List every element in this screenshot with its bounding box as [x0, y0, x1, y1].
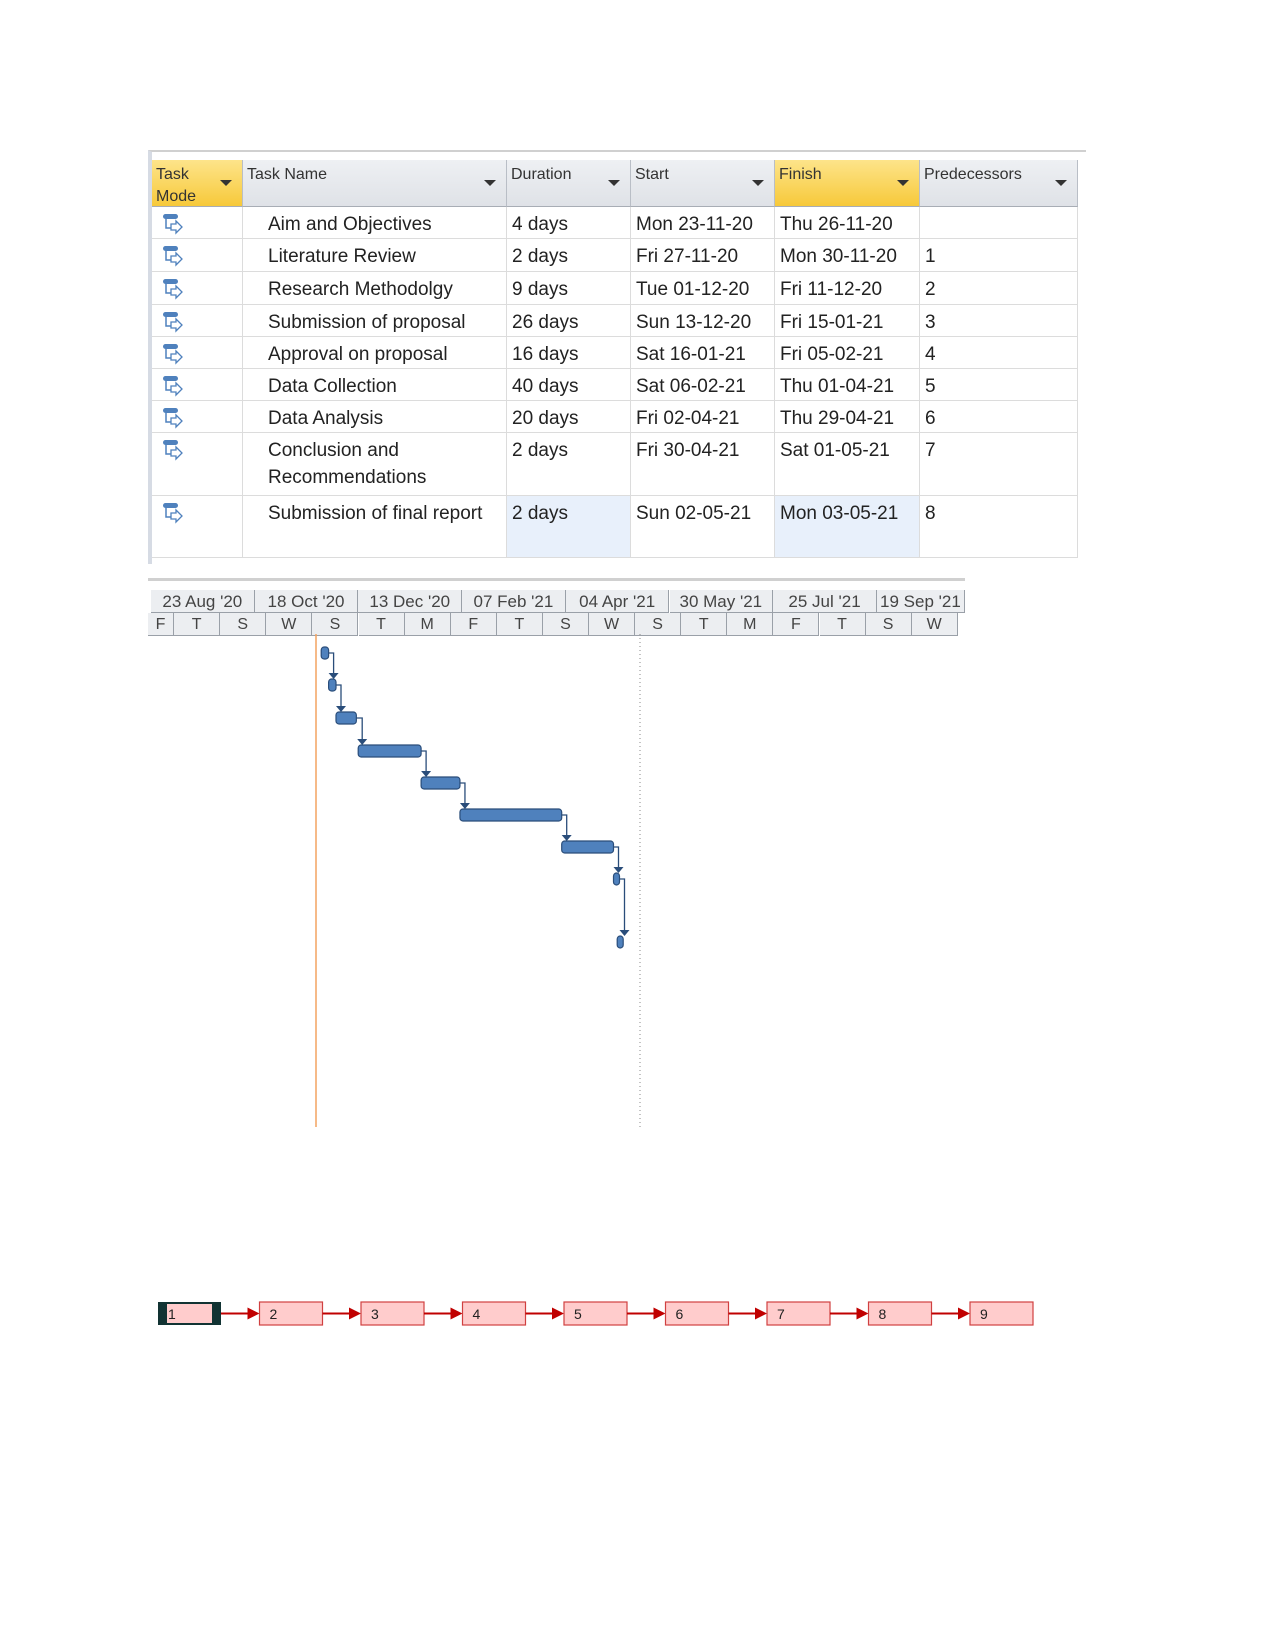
- dependency-link: [336, 684, 342, 708]
- network-node-label: 3: [371, 1306, 379, 1322]
- document-page: Task Mode Task Name Duration Start Finish Pre…: [0, 0, 1275, 1651]
- gantt-bar-task-2[interactable]: [328, 678, 337, 692]
- dependency-arrow-icon: [357, 739, 368, 745]
- dependency-link: [619, 878, 626, 932]
- dependency-arrow-icon: [561, 835, 572, 841]
- gantt-bar-task-4[interactable]: [357, 744, 422, 758]
- dependency-link: [421, 750, 427, 773]
- network-arrow-icon: [552, 1307, 564, 1320]
- gantt-and-network-canvas: 1 2 3 4 5 6 7 8 9: [158, 634, 1034, 1326]
- network-arrow-icon: [958, 1307, 970, 1320]
- dependency-arrow-icon: [421, 771, 432, 777]
- network-node-label: 9: [980, 1306, 988, 1322]
- network-node-label: 4: [473, 1306, 481, 1322]
- dependency-link: [561, 814, 568, 837]
- dependency-arrow-icon: [619, 930, 630, 936]
- network-arrow-icon: [755, 1307, 767, 1320]
- gantt-bar-task-1[interactable]: [320, 646, 330, 660]
- network-node-label: 5: [574, 1306, 582, 1322]
- gantt-bar-task-5[interactable]: [420, 776, 461, 790]
- dependency-arrow-icon: [459, 803, 470, 809]
- network-node-label: 6: [676, 1306, 684, 1322]
- network-node-label: 2: [270, 1306, 278, 1322]
- dependency-link: [613, 846, 620, 869]
- dependency-link: [356, 717, 363, 741]
- network-arrow-icon: [653, 1307, 666, 1320]
- network-arrow-icon: [450, 1307, 463, 1320]
- dependency-link: [459, 782, 466, 805]
- network-node-label: 1: [168, 1306, 176, 1322]
- gantt-bar-task-9[interactable]: [616, 935, 624, 949]
- gantt-bar-task-8[interactable]: [612, 872, 621, 886]
- gantt-bar-task-6[interactable]: [459, 808, 563, 822]
- dependency-arrow-icon: [328, 673, 339, 679]
- network-arrow-icon: [856, 1307, 869, 1320]
- dependency-link: [328, 652, 335, 675]
- dependency-arrow-icon: [336, 706, 346, 712]
- network-arrow-icon: [349, 1307, 361, 1320]
- gantt-bar-task-3[interactable]: [335, 711, 357, 725]
- gantt-bar-task-7[interactable]: [561, 840, 615, 854]
- dependency-arrow-icon: [613, 867, 624, 873]
- network-arrow-icon: [247, 1307, 260, 1320]
- network-node-label: 8: [879, 1306, 887, 1322]
- network-node-label: 7: [777, 1306, 785, 1322]
